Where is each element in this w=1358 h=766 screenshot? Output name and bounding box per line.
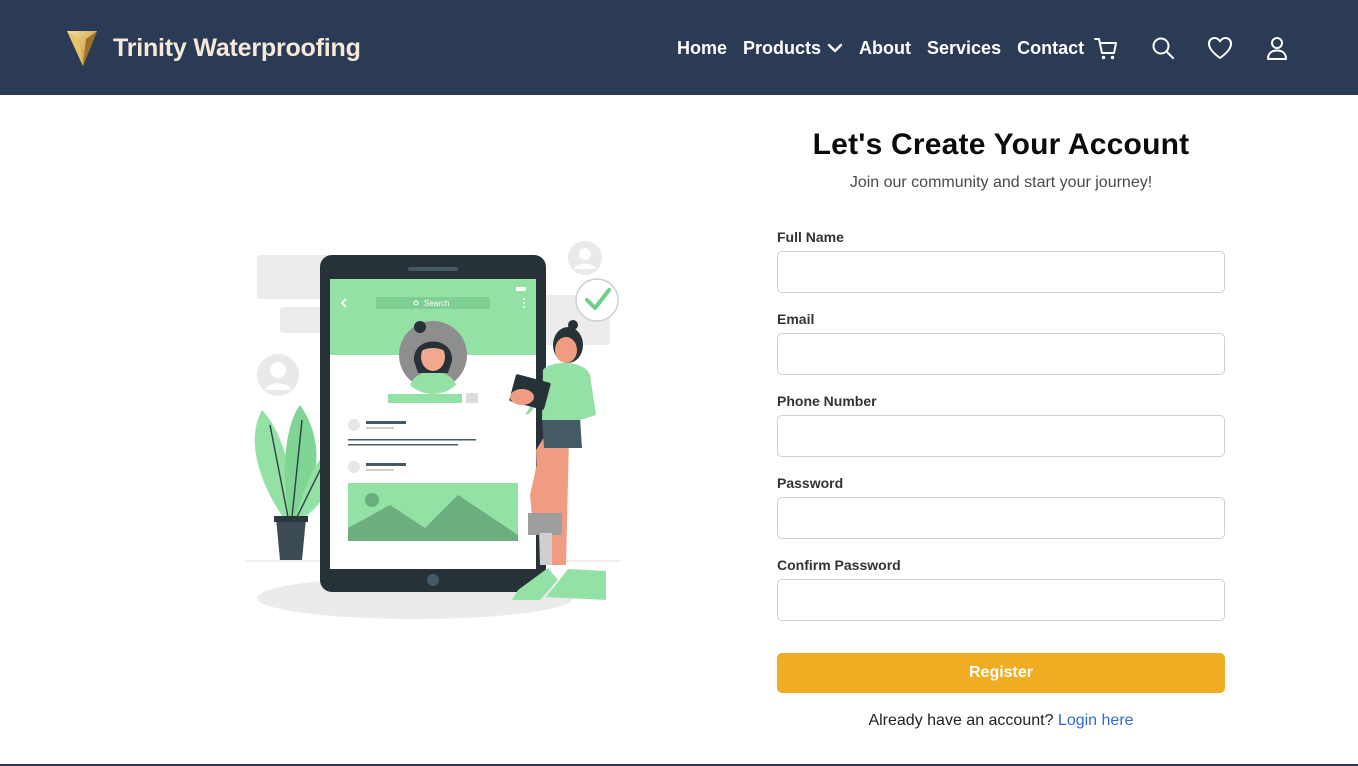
phone-number-label: Phone Number [777, 393, 877, 409]
nav-icon-group [1092, 34, 1291, 62]
password-input[interactable] [777, 497, 1225, 539]
cart-icon[interactable] [1092, 34, 1120, 62]
email-input[interactable] [777, 333, 1225, 375]
register-button[interactable]: Register [777, 653, 1225, 693]
nav-home[interactable]: Home [677, 38, 727, 59]
signup-illustration: Search [245, 241, 620, 619]
page-subtitle: Join our community and start your journe… [849, 174, 1153, 191]
screen-post-image [348, 483, 518, 541]
brand-name: Trinity Waterproofing [113, 33, 361, 62]
confirm-password-label: Confirm Password [777, 557, 901, 573]
search-icon[interactable] [1149, 34, 1177, 62]
phone-speaker [408, 267, 458, 271]
check-bubble [575, 278, 619, 322]
email-label: Email [777, 311, 815, 327]
nav-about[interactable]: About [859, 38, 911, 59]
login-prompt-row: Already have an account? Login here [777, 712, 1225, 730]
chevron-down-icon [827, 43, 843, 53]
screen-search-label: Search [424, 299, 449, 308]
top-navbar: Trinity Waterproofing Home Products Abou… [0, 0, 1358, 95]
confirm-password-input[interactable] [777, 579, 1225, 621]
nav-services[interactable]: Services [927, 38, 1001, 59]
login-prompt-text: Already have an account? [868, 712, 1054, 729]
nav-products[interactable]: Products [743, 38, 843, 59]
password-label: Password [777, 475, 844, 491]
page-title: Let's Create Your Account [812, 128, 1190, 161]
phone-number-input[interactable] [777, 415, 1225, 457]
heart-icon[interactable] [1206, 34, 1234, 62]
user-icon[interactable] [1263, 34, 1291, 62]
bg-avatar-1 [568, 241, 602, 275]
full-name-label: Full Name [777, 229, 844, 245]
main-nav: Home Products About Services Contact [677, 36, 1100, 60]
full-name-input[interactable] [777, 251, 1225, 293]
login-link[interactable]: Login here [1058, 712, 1134, 729]
nav-contact[interactable]: Contact [1017, 38, 1084, 59]
phone-home-button [427, 574, 439, 586]
brand-logo-icon [67, 31, 97, 66]
brand-home-link[interactable]: Trinity Waterproofing [66, 28, 361, 68]
bg-avatar-2 [257, 354, 299, 396]
nav-products-label: Products [743, 37, 822, 58]
